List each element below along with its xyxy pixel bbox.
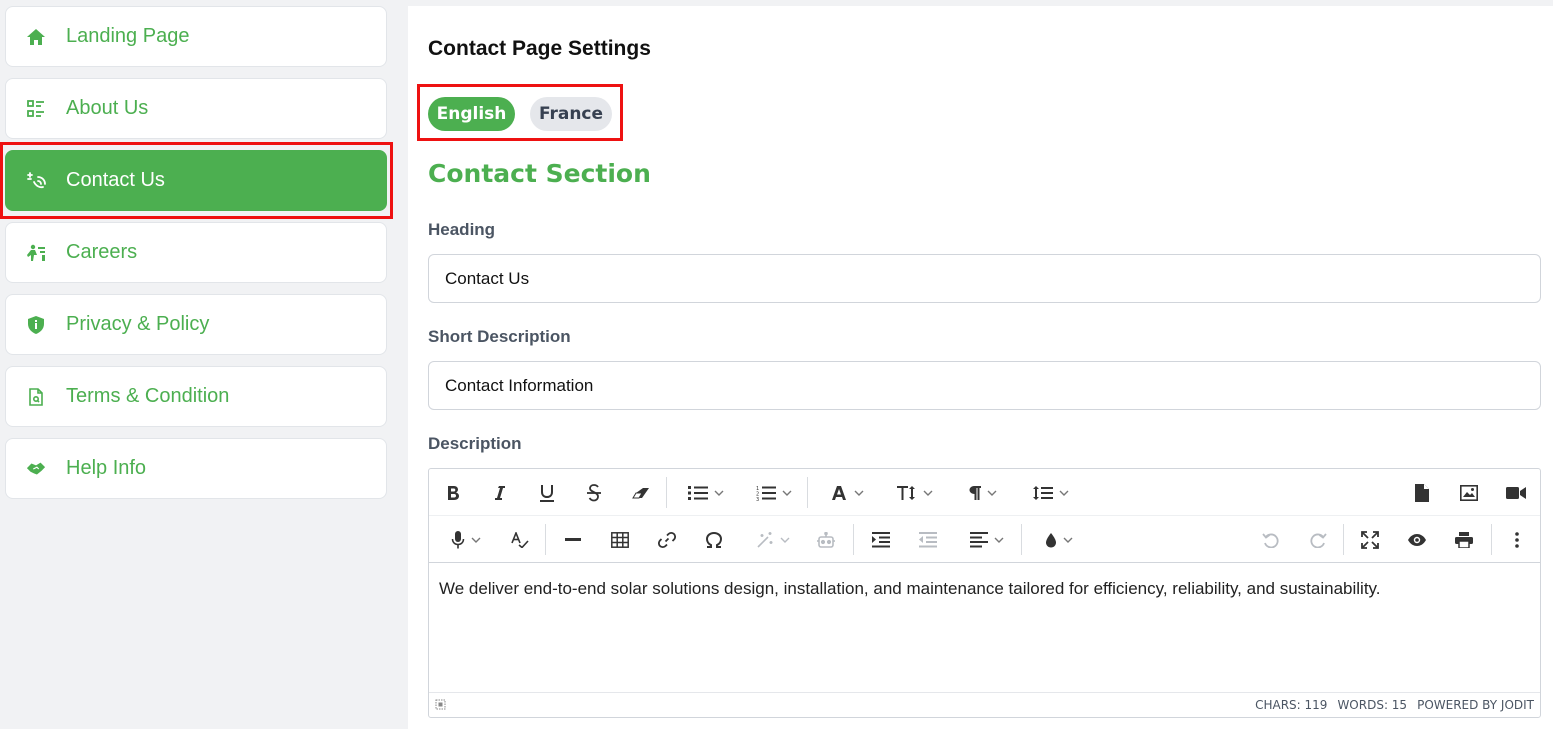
color-drop-icon[interactable] bbox=[1034, 516, 1084, 563]
editor-statusbar: CHARS: 119 WORDS: 15 POWERED BY JODIT bbox=[429, 692, 1540, 717]
editor-content[interactable]: We deliver end-to-end solar solutions de… bbox=[439, 579, 1381, 599]
heading-input[interactable] bbox=[428, 254, 1541, 303]
microphone-icon[interactable] bbox=[441, 516, 491, 563]
contact-icon bbox=[26, 171, 46, 191]
sidebar-item-label: Privacy & Policy bbox=[66, 313, 210, 335]
bullet-list-icon[interactable] bbox=[681, 469, 731, 516]
fullscreen-icon[interactable] bbox=[1357, 516, 1383, 563]
paragraph-icon[interactable] bbox=[958, 469, 1008, 516]
sidebar-item-landing-page[interactable]: Landing Page bbox=[5, 6, 387, 67]
page-title: Contact Page Settings bbox=[428, 37, 651, 60]
sidebar-item-label: Careers bbox=[66, 241, 138, 263]
chevron-down-icon bbox=[780, 537, 790, 543]
sidebar-item-label: Contact Us bbox=[66, 169, 165, 191]
undo-icon[interactable] bbox=[1258, 516, 1284, 563]
omega-icon[interactable] bbox=[701, 516, 727, 563]
short-description-input[interactable] bbox=[428, 361, 1541, 410]
sidebar-item-about-us[interactable]: About Us bbox=[5, 78, 387, 139]
heading-label: Heading bbox=[428, 220, 496, 239]
handshake-icon bbox=[26, 459, 46, 479]
short-description-label: Short Description bbox=[428, 327, 571, 346]
spellcheck-icon[interactable] bbox=[507, 516, 533, 563]
career-icon bbox=[26, 243, 46, 263]
language-tab-english[interactable]: English bbox=[428, 97, 515, 131]
chevron-down-icon bbox=[1059, 490, 1069, 496]
editor-toolbar-row bbox=[429, 516, 1540, 563]
chevron-down-icon bbox=[1063, 537, 1073, 543]
chevron-down-icon bbox=[782, 490, 792, 496]
powered-by-link[interactable]: POWERED BY JODIT bbox=[1417, 698, 1534, 712]
align-left-icon[interactable] bbox=[962, 516, 1012, 563]
document-icon bbox=[26, 387, 46, 407]
sidebar-item-terms-condition[interactable]: Terms & Condition bbox=[5, 366, 387, 427]
home-icon bbox=[26, 27, 46, 47]
sidebar-item-label: About Us bbox=[66, 97, 149, 119]
sidebar-item-label: Help Info bbox=[66, 457, 147, 479]
char-count: CHARS: 119 bbox=[1255, 698, 1328, 712]
source-mode-icon[interactable] bbox=[435, 699, 446, 710]
chevron-down-icon bbox=[987, 490, 997, 496]
chevron-down-icon bbox=[994, 537, 1004, 543]
image-icon[interactable] bbox=[1456, 469, 1482, 516]
outdent-icon[interactable] bbox=[915, 516, 941, 563]
font-icon[interactable] bbox=[822, 469, 872, 516]
list-details-icon bbox=[26, 99, 46, 119]
file-icon[interactable] bbox=[1409, 469, 1435, 516]
italic-icon[interactable] bbox=[488, 469, 512, 516]
eraser-icon[interactable] bbox=[629, 469, 653, 516]
line-height-icon[interactable] bbox=[1026, 469, 1076, 516]
description-label: Description bbox=[428, 434, 522, 453]
link-icon[interactable] bbox=[654, 516, 680, 563]
indent-icon[interactable] bbox=[868, 516, 894, 563]
chevron-down-icon bbox=[471, 537, 481, 543]
rich-text-editor: 123 We deliver end-to-end solar solution… bbox=[428, 468, 1541, 718]
language-tab-france[interactable]: France bbox=[530, 97, 612, 131]
more-options-icon[interactable] bbox=[1505, 516, 1529, 563]
sidebar-item-privacy-policy[interactable]: Privacy & Policy bbox=[5, 294, 387, 355]
font-size-icon[interactable] bbox=[890, 469, 940, 516]
sidebar-item-contact-us[interactable]: Contact Us bbox=[5, 150, 387, 211]
bold-icon[interactable] bbox=[441, 469, 465, 516]
magic-wand-icon[interactable] bbox=[748, 516, 798, 563]
shield-icon bbox=[26, 315, 46, 335]
sidebar: Landing Page About Us Contact Us Careers… bbox=[0, 0, 408, 729]
robot-icon[interactable] bbox=[813, 516, 839, 563]
horizontal-rule-icon[interactable] bbox=[560, 516, 586, 563]
sidebar-item-careers[interactable]: Careers bbox=[5, 222, 387, 283]
editor-toolbar-row: 123 bbox=[429, 469, 1540, 516]
video-icon[interactable] bbox=[1503, 469, 1529, 516]
section-title: Contact Section bbox=[428, 159, 651, 188]
chevron-down-icon bbox=[923, 490, 933, 496]
preview-eye-icon[interactable] bbox=[1404, 516, 1430, 563]
sidebar-item-label: Terms & Condition bbox=[66, 385, 230, 407]
numbered-list-icon[interactable]: 123 bbox=[749, 469, 799, 516]
main-panel: Contact Page Settings English France Con… bbox=[408, 6, 1553, 729]
chevron-down-icon bbox=[714, 490, 724, 496]
underline-icon[interactable] bbox=[535, 469, 559, 516]
chevron-down-icon bbox=[854, 490, 864, 496]
table-icon[interactable] bbox=[607, 516, 633, 563]
sidebar-item-help-info[interactable]: Help Info bbox=[5, 438, 387, 499]
word-count: WORDS: 15 bbox=[1337, 698, 1408, 712]
sidebar-item-label: Landing Page bbox=[66, 25, 190, 47]
print-icon[interactable] bbox=[1451, 516, 1477, 563]
redo-icon[interactable] bbox=[1305, 516, 1331, 563]
strikethrough-icon[interactable] bbox=[582, 469, 606, 516]
svg-text:3: 3 bbox=[756, 497, 759, 501]
